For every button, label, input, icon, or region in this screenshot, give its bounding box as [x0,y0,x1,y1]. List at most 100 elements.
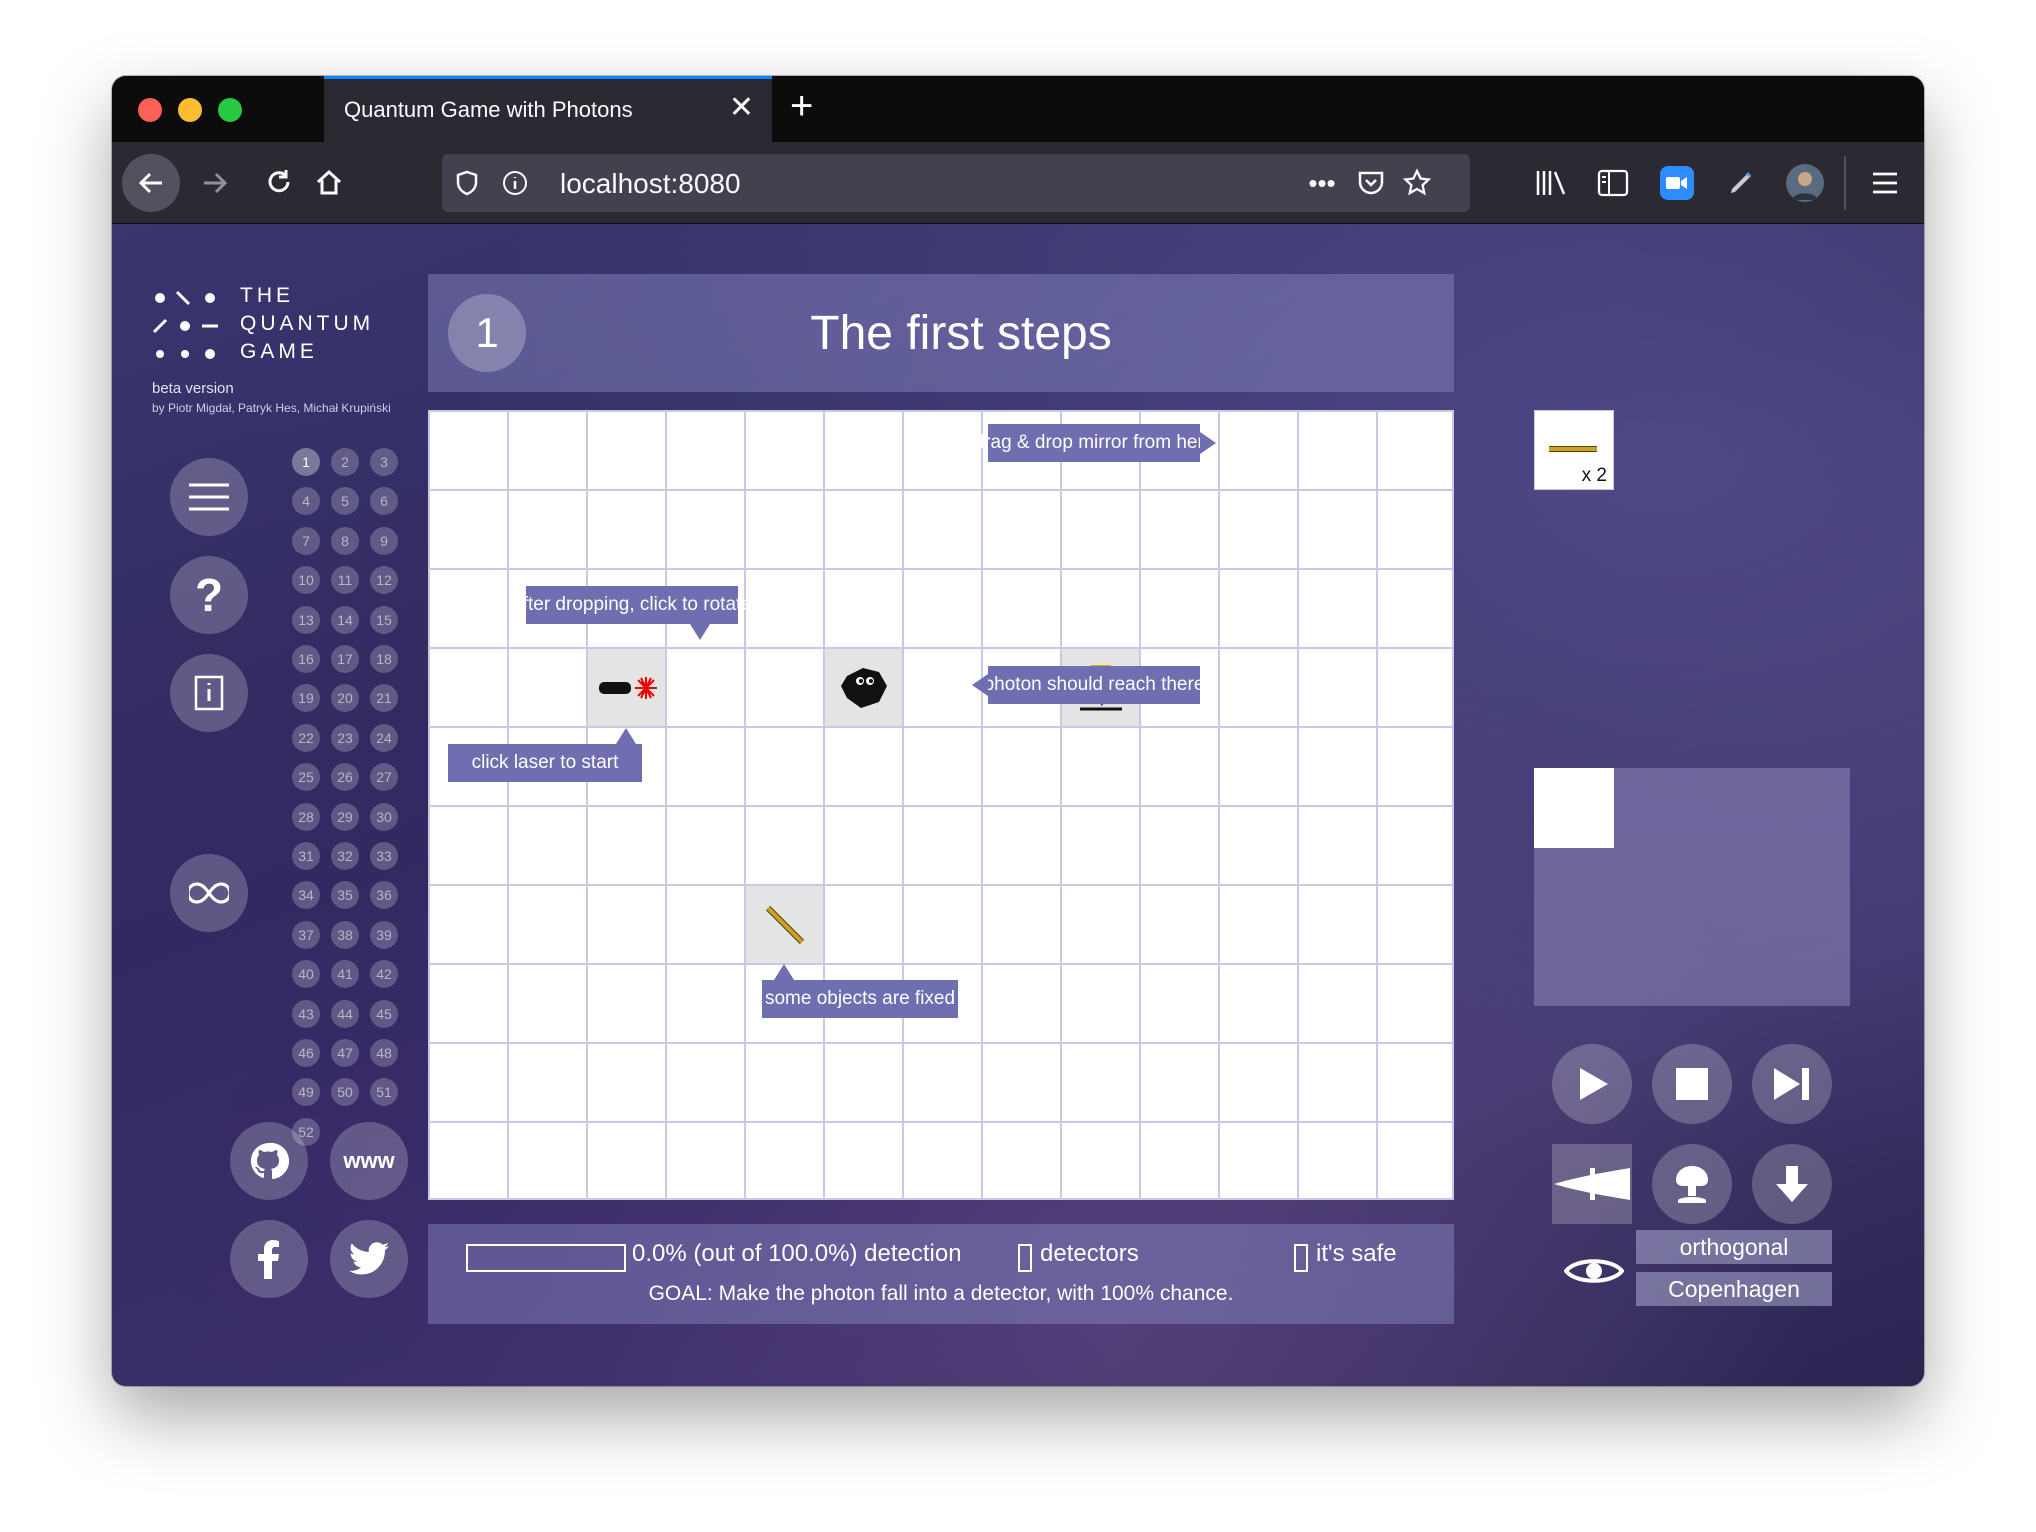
website-button[interactable]: www [330,1122,408,1200]
level-button-32[interactable]: 32 [331,842,359,870]
level-button-38[interactable]: 38 [331,920,359,949]
zoom-extension-icon[interactable] [1660,166,1694,200]
level-button-4[interactable]: 4 [292,487,320,516]
level-button-24[interactable]: 24 [370,723,398,752]
level-button-1[interactable]: 1 [292,448,320,476]
new-tab-icon[interactable]: + [790,86,813,126]
level-button-9[interactable]: 9 [370,526,398,555]
rock-tile[interactable] [825,649,902,726]
close-window-button[interactable] [138,98,162,122]
level-button-52[interactable]: 52 [292,1117,320,1146]
stop-button[interactable] [1652,1044,1732,1124]
level-button-44[interactable]: 44 [331,999,359,1028]
level-button-22[interactable]: 22 [292,723,320,752]
level-button-28[interactable]: 28 [292,802,320,831]
level-button-36[interactable]: 36 [370,881,398,910]
help-button[interactable]: ? [170,556,248,634]
level-button-51[interactable]: 51 [370,1078,398,1107]
url-text[interactable]: localhost:8080 [560,168,741,200]
level-button-42[interactable]: 42 [370,960,398,989]
twitter-button[interactable] [330,1220,408,1298]
level-button-35[interactable]: 35 [331,881,359,910]
level-button-10[interactable]: 10 [292,566,320,595]
level-button-31[interactable]: 31 [292,842,320,870]
level-button-14[interactable]: 14 [331,605,359,634]
level-button-43[interactable]: 43 [292,999,320,1028]
level-button-8[interactable]: 8 [331,526,359,555]
level-button-49[interactable]: 49 [292,1078,320,1107]
logo-symbol-icon [152,290,218,359]
minimize-window-button[interactable] [178,98,202,122]
basis-mode-button[interactable]: orthogonal [1636,1230,1832,1264]
level-button-34[interactable]: 34 [292,881,320,910]
level-button-17[interactable]: 17 [331,645,359,673]
level-button-39[interactable]: 39 [370,920,398,949]
close-tab-icon[interactable]: ✕ [729,93,754,123]
level-button-3[interactable]: 3 [370,448,398,476]
sandbox-button[interactable] [170,854,248,932]
browser-tab[interactable]: Quantum Game with Photons ✕ [324,76,772,142]
forward-button[interactable] [186,154,244,212]
quantum-state-panel [1534,768,1850,1006]
fixed-mirror-tile[interactable] [746,886,823,963]
level-button-46[interactable]: 46 [292,1039,320,1067]
level-button-13[interactable]: 13 [292,605,320,634]
explosion-mode-button[interactable] [1652,1144,1732,1224]
zoom-window-button[interactable] [218,98,242,122]
avatar[interactable] [1786,164,1824,202]
level-button-27[interactable]: 27 [370,763,398,792]
level-button-16[interactable]: 16 [292,645,320,673]
game-board[interactable]: drag & drop mirror from here after dropp… [428,410,1454,1200]
pen-extension-icon[interactable] [1724,166,1758,200]
level-button-20[interactable]: 20 [331,684,359,713]
level-button-37[interactable]: 37 [292,920,320,949]
level-button-5[interactable]: 5 [331,487,359,516]
laser-tile[interactable] [588,649,665,726]
single-photon-mode-button[interactable] [1552,1144,1632,1224]
facebook-button[interactable] [230,1220,308,1298]
menu-button[interactable] [170,458,248,536]
shield-icon[interactable] [452,168,482,198]
tip-photon-reach-arrow [972,674,988,696]
interpretation-mode-button[interactable]: Copenhagen [1636,1272,1832,1306]
level-button-45[interactable]: 45 [370,999,398,1028]
library-icon[interactable] [1534,166,1568,200]
menu-icon[interactable] [1868,166,1902,200]
home-button[interactable] [300,154,358,212]
twitter-icon [349,1242,389,1275]
pocket-icon[interactable] [1356,168,1386,198]
toolbox-mirror[interactable]: x 2 [1534,410,1614,490]
detection-progress-bar [466,1244,626,1272]
level-button-11[interactable]: 11 [331,566,359,595]
more-actions-icon[interactable]: ••• [1302,168,1342,198]
level-button-48[interactable]: 48 [370,1039,398,1067]
level-button-21[interactable]: 21 [370,684,398,713]
url-bar[interactable]: localhost:8080 ••• [442,154,1470,212]
view-toggle-icon[interactable] [1563,1254,1625,1293]
level-button-12[interactable]: 12 [370,566,398,595]
level-button-30[interactable]: 30 [370,802,398,831]
download-button[interactable] [1752,1144,1832,1224]
level-button-50[interactable]: 50 [331,1078,359,1107]
level-button-2[interactable]: 2 [331,448,359,476]
level-button-41[interactable]: 41 [331,960,359,989]
level-button-40[interactable]: 40 [292,960,320,989]
play-button[interactable] [1552,1044,1632,1124]
level-button-29[interactable]: 29 [331,802,359,831]
info-icon[interactable] [500,168,530,198]
level-button-47[interactable]: 47 [331,1039,359,1067]
back-button[interactable] [122,154,180,212]
level-button-18[interactable]: 18 [370,645,398,673]
level-button-23[interactable]: 23 [331,723,359,752]
level-button-6[interactable]: 6 [370,487,398,516]
level-button-15[interactable]: 15 [370,605,398,634]
step-forward-button[interactable] [1752,1044,1832,1124]
level-button-19[interactable]: 19 [292,684,320,713]
sidebar-toggle-icon[interactable] [1596,166,1630,200]
level-button-33[interactable]: 33 [370,842,398,870]
info-button[interactable] [170,654,248,732]
bookmark-star-icon[interactable] [1400,166,1434,200]
level-button-26[interactable]: 26 [331,763,359,792]
level-button-25[interactable]: 25 [292,763,320,792]
level-button-7[interactable]: 7 [292,526,320,555]
